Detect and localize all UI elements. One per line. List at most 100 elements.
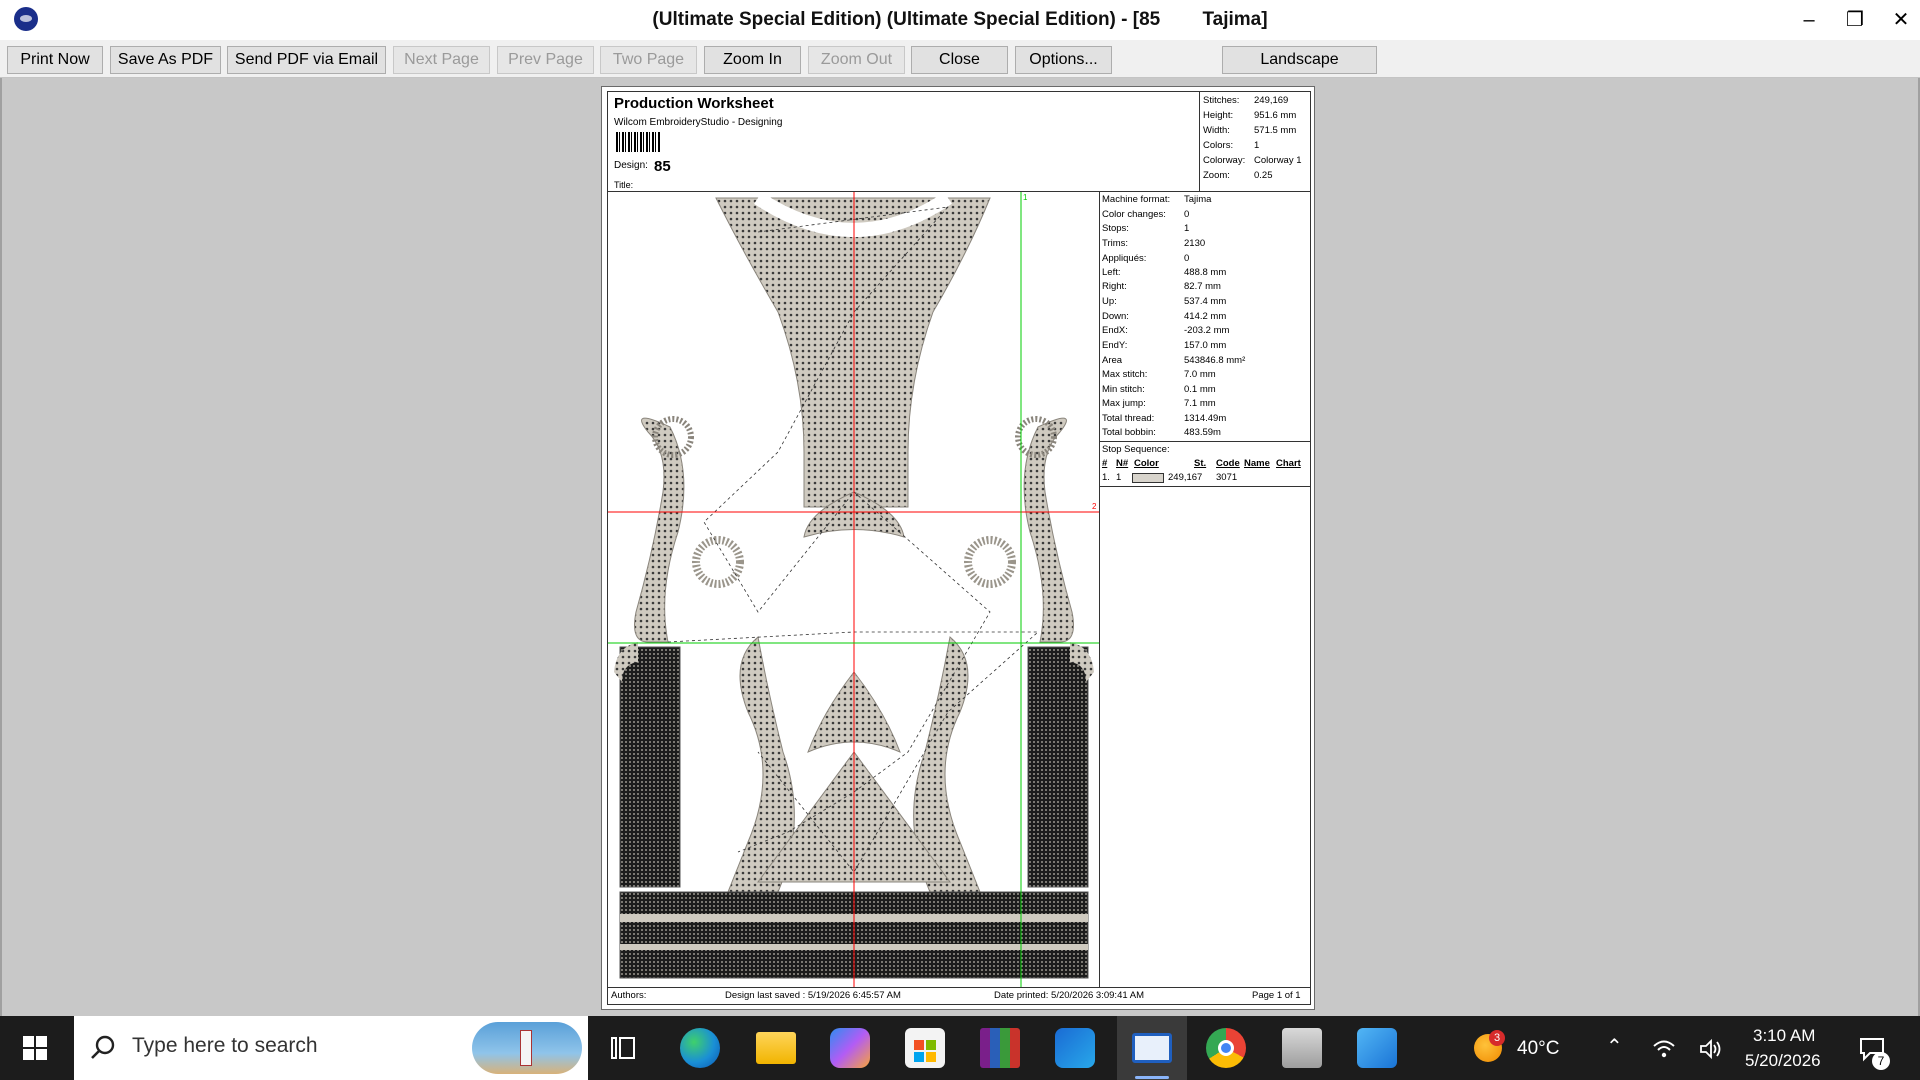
detail-label: EndX: (1102, 325, 1128, 336)
detail-value: 483.59m (1184, 427, 1221, 438)
windows-taskbar: Type here to search 3 40°C ⌃ 3:10 AM 5/2… (0, 1016, 1920, 1080)
summary-value: 0.25 (1254, 170, 1273, 181)
seq-col-header: # (1102, 458, 1108, 469)
paint-icon[interactable] (1357, 1028, 1397, 1068)
show-hidden-icons-chevron-icon[interactable]: ⌃ (1606, 1034, 1623, 1059)
photo-viewer-icon[interactable] (1282, 1028, 1322, 1068)
red-axis-mark: 2 (1092, 502, 1097, 511)
seq-col-header: St. (1194, 458, 1207, 469)
detail-label: Total bobbin: (1102, 427, 1156, 438)
detail-value: 543846.8 mm² (1184, 355, 1246, 366)
outlook-icon[interactable] (1055, 1028, 1095, 1068)
detail-label: Up: (1102, 296, 1117, 307)
detail-value: 7.1 mm (1184, 398, 1216, 409)
footer-last-saved: Design last saved : 5/19/2026 6:45:57 AM (725, 990, 901, 1001)
detail-label: Right: (1102, 281, 1127, 292)
clock-date[interactable]: 5/20/2026 (1745, 1051, 1821, 1071)
summary-value: 951.6 mm (1254, 110, 1297, 121)
detail-value: 0 (1184, 209, 1190, 220)
minimize-button[interactable]: – (1786, 0, 1832, 40)
green-axis-mark: 1 (1023, 193, 1028, 202)
detail-value: 157.0 mm (1184, 340, 1227, 351)
preview-toolbar: Print Now Save As PDF Send PDF via Email… (0, 40, 1920, 78)
footer-authors: Authors: (611, 990, 647, 1001)
detail-label: Stops: (1102, 223, 1129, 234)
summary-label: Colors: (1203, 140, 1234, 151)
detail-label: Appliqués: (1102, 253, 1147, 264)
summary-label: Height: (1203, 110, 1234, 121)
detail-value: 537.4 mm (1184, 296, 1227, 307)
file-explorer-icon[interactable] (756, 1032, 796, 1064)
summary-value: 571.5 mm (1254, 125, 1297, 136)
summary-value: Colorway 1 (1254, 155, 1302, 166)
detail-value: 0.1 mm (1184, 384, 1216, 395)
summary-label: Zoom: (1203, 170, 1230, 181)
notification-count-badge: 7 (1872, 1052, 1890, 1070)
two-page-button[interactable]: Two Page (600, 46, 697, 74)
worksheet-title: Production Worksheet (614, 95, 774, 112)
taskbar-search-box[interactable]: Type here to search (74, 1016, 588, 1080)
detail-label: Total thread: (1102, 413, 1155, 424)
search-placeholder: Type here to search (132, 1034, 318, 1057)
seq-row-code: 3071 (1216, 472, 1238, 483)
summary-label: Colorway: (1203, 155, 1246, 166)
detail-value: 0 (1184, 253, 1190, 264)
weather-temperature[interactable]: 40°C (1517, 1038, 1559, 1060)
summary-label: Stitches: (1203, 95, 1240, 106)
detail-value: 7.0 mm (1184, 369, 1216, 380)
restore-button[interactable]: ❐ (1832, 0, 1878, 40)
zoom-in-button[interactable]: Zoom In (704, 46, 801, 74)
detail-value: 2130 (1184, 238, 1206, 249)
clock-time[interactable]: 3:10 AM (1753, 1026, 1815, 1046)
embroidery-studio-icon[interactable] (1132, 1033, 1172, 1063)
seq-row-number: 1. (1102, 472, 1110, 483)
edge-browser-icon[interactable] (680, 1028, 720, 1068)
seq-col-header: Code (1216, 458, 1240, 469)
embroidery-design-preview[interactable]: 2 1 (608, 192, 1100, 987)
copilot-icon[interactable] (830, 1028, 870, 1068)
detail-label: Left: (1102, 267, 1121, 278)
microsoft-store-icon[interactable] (905, 1028, 945, 1068)
start-button[interactable] (0, 1016, 72, 1080)
stop-sequence-label: Stop Sequence: (1102, 444, 1170, 455)
design-value: 85 (654, 158, 671, 175)
detail-label: Down: (1102, 311, 1129, 322)
window-title: (Ultimate Special Edition) (Ultimate Spe… (652, 9, 1268, 30)
seq-row-needle: 1 (1116, 472, 1122, 483)
detail-value: Tajima (1184, 194, 1212, 205)
title-bar: (Ultimate Special Edition) (Ultimate Spe… (0, 0, 1920, 40)
options-button[interactable]: Options... (1015, 46, 1112, 74)
worksheet-page: Production Worksheet Wilcom EmbroiderySt… (601, 86, 1315, 1010)
winrar-icon[interactable] (980, 1028, 1020, 1068)
detail-label: Max stitch: (1102, 369, 1148, 380)
save-as-pdf-button[interactable]: Save As PDF (110, 46, 221, 74)
seq-row-stitches: 249,167 (1168, 472, 1203, 483)
seq-col-header: Color (1134, 458, 1159, 469)
summary-value: 1 (1254, 140, 1260, 151)
machine-details: Machine format: Tajima Color changes: 0 … (1100, 192, 1310, 442)
volume-icon[interactable] (1699, 1038, 1723, 1060)
summary-value: 249,169 (1254, 95, 1289, 106)
detail-label: EndY: (1102, 340, 1128, 351)
wifi-icon[interactable] (1652, 1038, 1676, 1060)
worksheet-subtitle: Wilcom EmbroideryStudio - Designing (614, 117, 783, 128)
worksheet-header: Production Worksheet Wilcom EmbroiderySt… (608, 92, 1200, 192)
print-now-button[interactable]: Print Now (7, 46, 103, 74)
prev-page-button[interactable]: Prev Page (497, 46, 594, 74)
footer-date-printed: Date printed: 5/20/2026 3:09:41 AM (994, 990, 1144, 1001)
seq-col-header: Name (1244, 458, 1270, 469)
search-icon (91, 1035, 115, 1059)
send-pdf-email-button[interactable]: Send PDF via Email (227, 46, 386, 74)
barcode-icon (616, 132, 660, 152)
detail-label: Color changes: (1102, 209, 1166, 220)
close-window-button[interactable]: ✕ (1878, 0, 1920, 40)
summary-label: Width: (1203, 125, 1230, 136)
close-preview-button[interactable]: Close (911, 46, 1008, 74)
detail-value: 1 (1184, 223, 1190, 234)
chrome-icon[interactable] (1206, 1028, 1246, 1068)
zoom-out-button[interactable]: Zoom Out (808, 46, 905, 74)
landscape-button[interactable]: Landscape (1222, 46, 1377, 74)
next-page-button[interactable]: Next Page (393, 46, 490, 74)
task-view-icon[interactable] (609, 1034, 637, 1062)
detail-label: Machine format: (1102, 194, 1171, 205)
